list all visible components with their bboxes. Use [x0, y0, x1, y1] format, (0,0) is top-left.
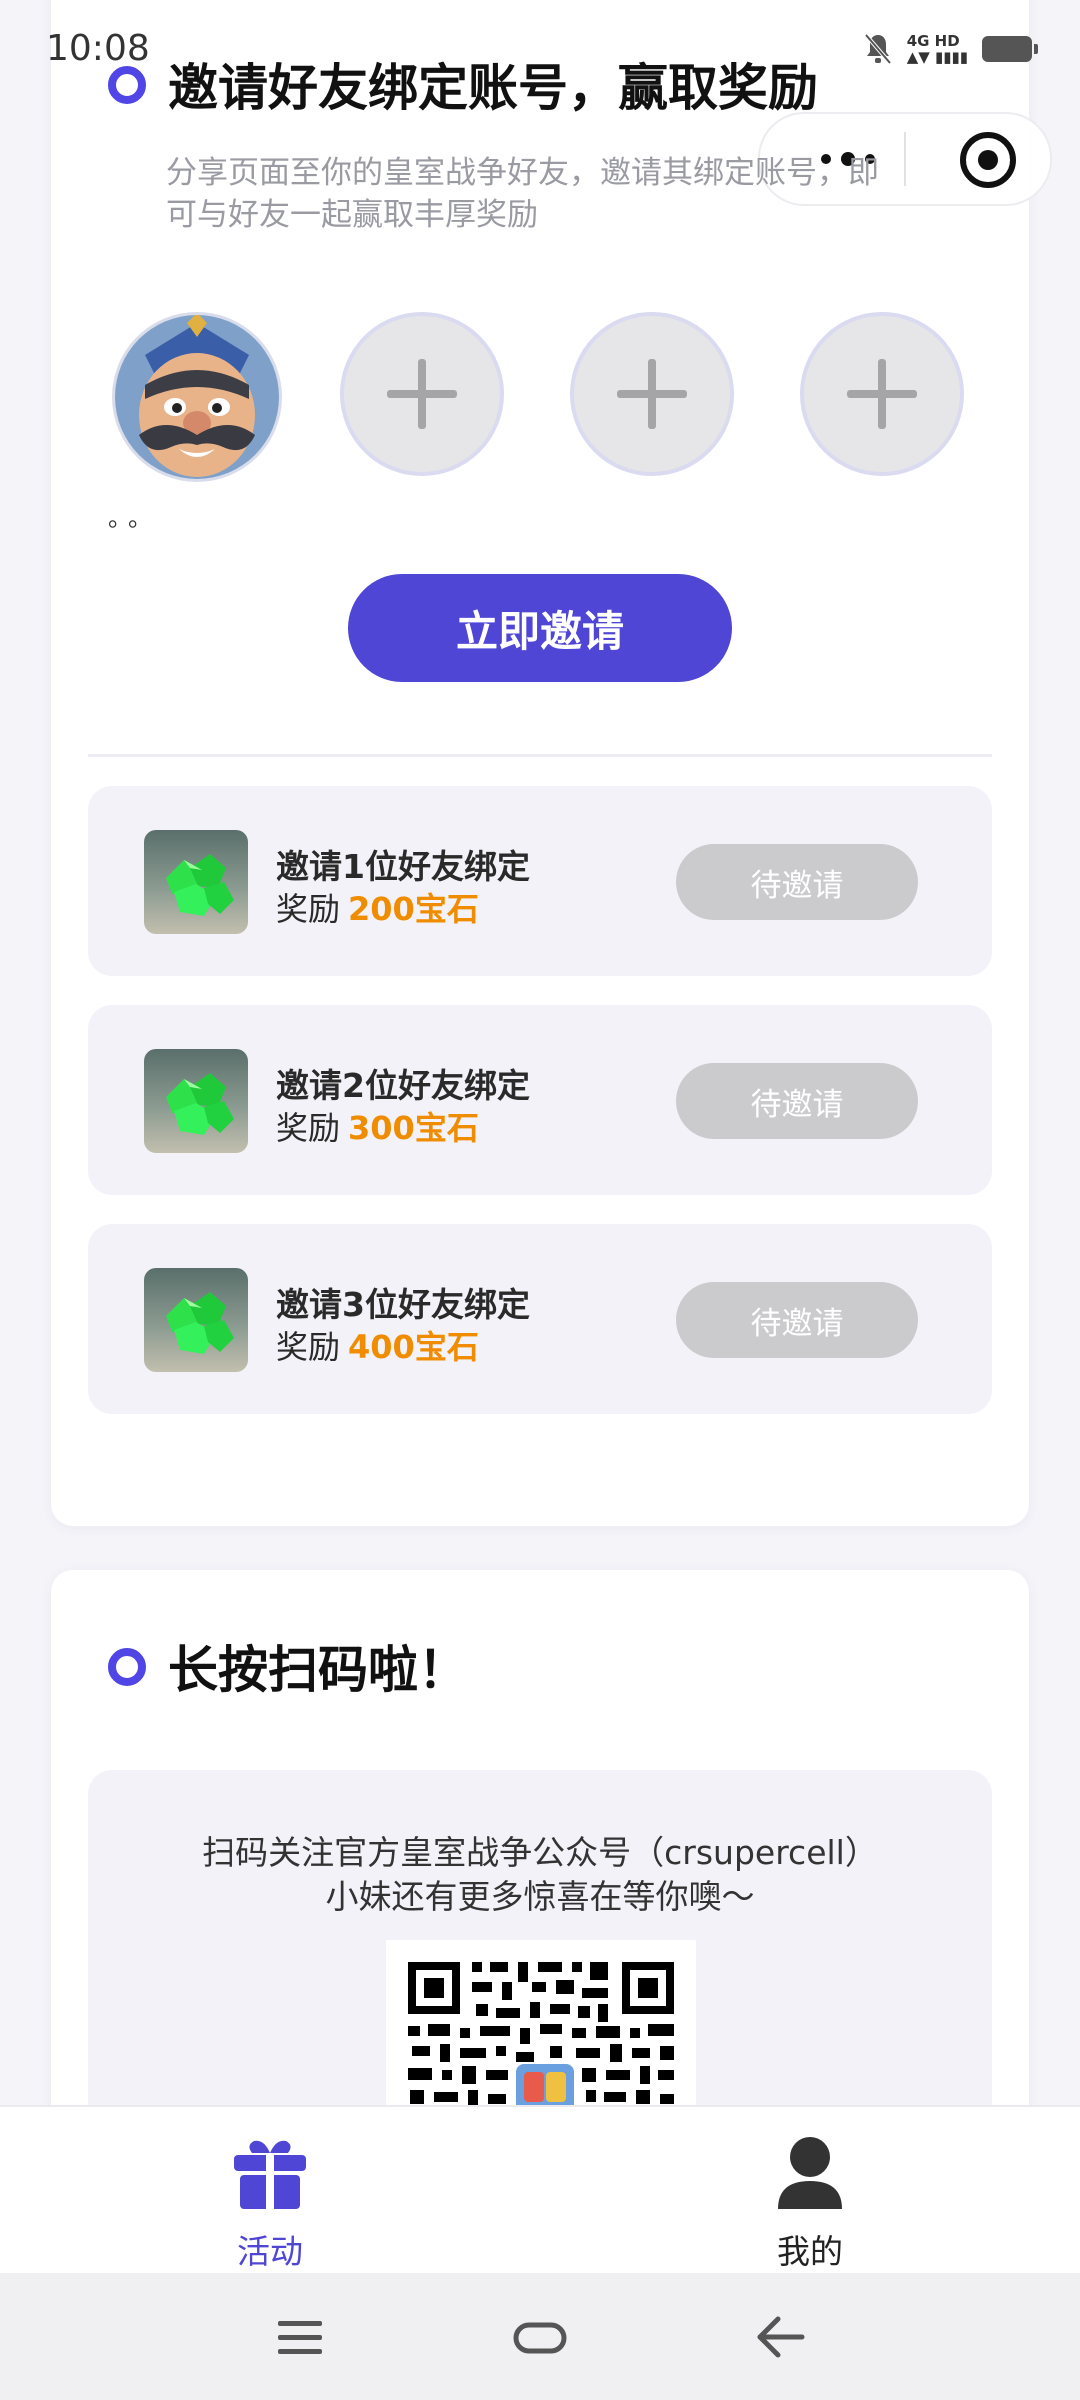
reward-title: 邀请1位好友绑定 — [276, 847, 530, 886]
avatar-name: 。。 — [108, 504, 160, 532]
user-avatar — [112, 312, 282, 482]
close-miniprogram-icon[interactable] — [960, 132, 1016, 188]
qr-section-title: 长按扫码啦！ — [168, 1641, 468, 1699]
add-friend-slot-3[interactable] — [800, 312, 964, 476]
pending-invite-button[interactable]: 待邀请 — [676, 1282, 918, 1358]
reward-amount: 400宝石 — [348, 1328, 479, 1366]
reward-amount: 300宝石 — [348, 1109, 479, 1147]
user-icon — [774, 2135, 846, 2215]
tab-mine[interactable]: 我的 — [690, 2127, 930, 2271]
gem-icon — [144, 830, 248, 934]
system-nav-bar — [0, 2273, 1080, 2400]
bell-muted-icon — [863, 32, 893, 66]
reward-row-3: 邀请3位好友绑定 奖励 400宝石 待邀请 — [88, 1224, 992, 1414]
reward-amount-line: 奖励 200宝石 — [276, 884, 479, 930]
signal-bars: ▲▼ ▮▮▮▮ — [906, 48, 968, 66]
reward-prefix: 奖励 — [276, 1328, 341, 1366]
section-bullet-icon — [108, 66, 146, 104]
section-bullet-icon — [108, 1648, 146, 1686]
reward-prefix: 奖励 — [276, 890, 341, 928]
plus-icon — [617, 359, 687, 429]
reward-row-1: 邀请1位好友绑定 奖励 200宝石 待邀请 — [88, 786, 992, 976]
reward-amount: 200宝石 — [348, 890, 479, 928]
reward-prefix: 奖励 — [276, 1109, 341, 1147]
back-icon[interactable] — [750, 2307, 810, 2367]
battery-icon — [982, 36, 1038, 62]
add-friend-slot-1[interactable] — [340, 312, 504, 476]
reward-title: 邀请3位好友绑定 — [276, 1285, 530, 1324]
plus-icon — [387, 359, 457, 429]
menu-icon[interactable] — [270, 2307, 330, 2367]
home-icon[interactable] — [510, 2307, 570, 2367]
tab-activity-label: 活动 — [237, 2232, 303, 2271]
pending-invite-button[interactable]: 待邀请 — [676, 1063, 918, 1139]
plus-icon — [847, 359, 917, 429]
pending-invite-button[interactable]: 待邀请 — [676, 844, 918, 920]
invite-section-subtitle: 分享页面至你的皇室战争好友，邀请其绑定账号，即可与好友一起赢取丰厚奖励 — [166, 155, 879, 233]
invite-now-button[interactable]: 立即邀请 — [348, 574, 732, 682]
gift-icon — [230, 2137, 310, 2215]
tab-activity[interactable]: 活动 — [150, 2127, 390, 2271]
tab-mine-label: 我的 — [777, 2232, 843, 2271]
network-indicator: 4G HD ▲▼ ▮▮▮▮ — [907, 33, 968, 65]
reward-amount-line: 奖励 400宝石 — [276, 1322, 479, 1368]
qr-description-line1: 扫码关注官方皇室战争公众号（crsupercell） — [202, 1833, 878, 1872]
add-friend-slot-2[interactable] — [570, 312, 734, 476]
reward-title: 邀请2位好友绑定 — [276, 1066, 530, 1105]
gem-icon — [144, 1049, 248, 1153]
status-time: 10:08 — [46, 28, 150, 69]
reward-row-2: 邀请2位好友绑定 奖励 300宝石 待邀请 — [88, 1005, 992, 1195]
invite-section-title: 邀请好友绑定账号，赢取奖励 — [168, 59, 818, 117]
status-icons: 4G HD ▲▼ ▮▮▮▮ — [863, 32, 1038, 66]
section-divider — [88, 754, 992, 757]
qr-description-line2: 小妹还有更多惊喜在等你噢～ — [325, 1877, 755, 1916]
bottom-tab-bar: 活动 我的 — [0, 2105, 1080, 2275]
reward-amount-line: 奖励 300宝石 — [276, 1103, 479, 1149]
gem-icon — [144, 1268, 248, 1372]
